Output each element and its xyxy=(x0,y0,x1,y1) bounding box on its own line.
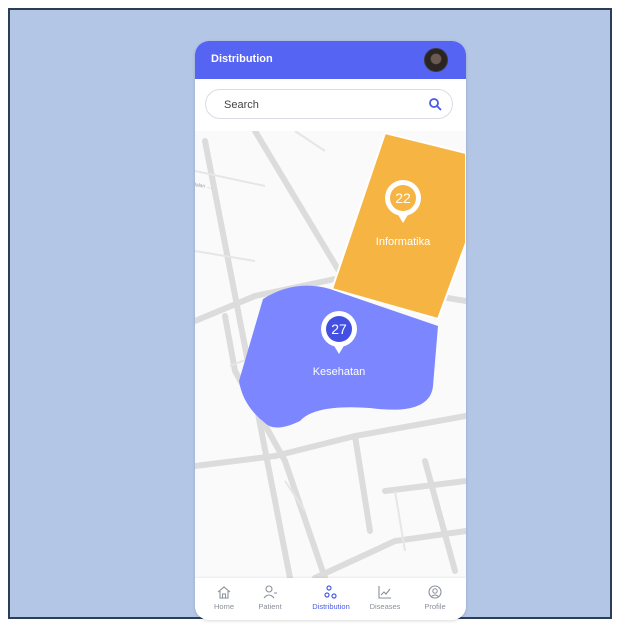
nav-label-diseases: Diseases xyxy=(369,602,401,611)
search-icon[interactable] xyxy=(428,97,442,111)
nav-label-profile: Profile xyxy=(424,602,446,611)
page-title: Distribution xyxy=(211,53,273,65)
home-icon xyxy=(217,586,231,599)
region-label-informatika: Informatika xyxy=(376,236,431,248)
region-count-informatika: 22 xyxy=(395,190,411,206)
nav-item-distribution[interactable]: Distribution xyxy=(301,582,361,618)
distribution-icon xyxy=(324,585,337,599)
search-bar[interactable] xyxy=(205,89,453,119)
search-input[interactable] xyxy=(222,96,416,114)
nav-label-home: Home xyxy=(213,602,234,611)
bottom-nav: Home Patient Distribution Diseases Profi… xyxy=(195,578,466,620)
nav-item-patient[interactable]: Patient xyxy=(245,582,295,618)
nav-item-home[interactable]: Home xyxy=(199,582,249,618)
region-label-kesehatan: Kesehatan xyxy=(313,366,366,378)
nav-item-profile[interactable]: Profile xyxy=(410,582,460,618)
app-bar: Distribution xyxy=(195,41,466,79)
region-count-kesehatan: 27 xyxy=(331,321,347,337)
person-icon xyxy=(263,585,277,599)
nav-item-diseases[interactable]: Diseases xyxy=(360,582,410,618)
profile-circle-icon xyxy=(428,585,442,599)
screenshot-frame: Distribution Search Jalan .... 22 Inform… xyxy=(8,8,612,620)
nav-label-distribution: Distribution xyxy=(312,602,350,611)
phone-screen: Distribution Search Jalan .... 22 Inform… xyxy=(195,41,466,620)
distribution-map[interactable]: Jalan .... 22 Informatika 27 Kesehatan xyxy=(195,131,466,578)
nav-label-patient: Patient xyxy=(258,602,282,611)
avatar[interactable] xyxy=(424,48,448,72)
chart-line-icon xyxy=(378,586,391,599)
